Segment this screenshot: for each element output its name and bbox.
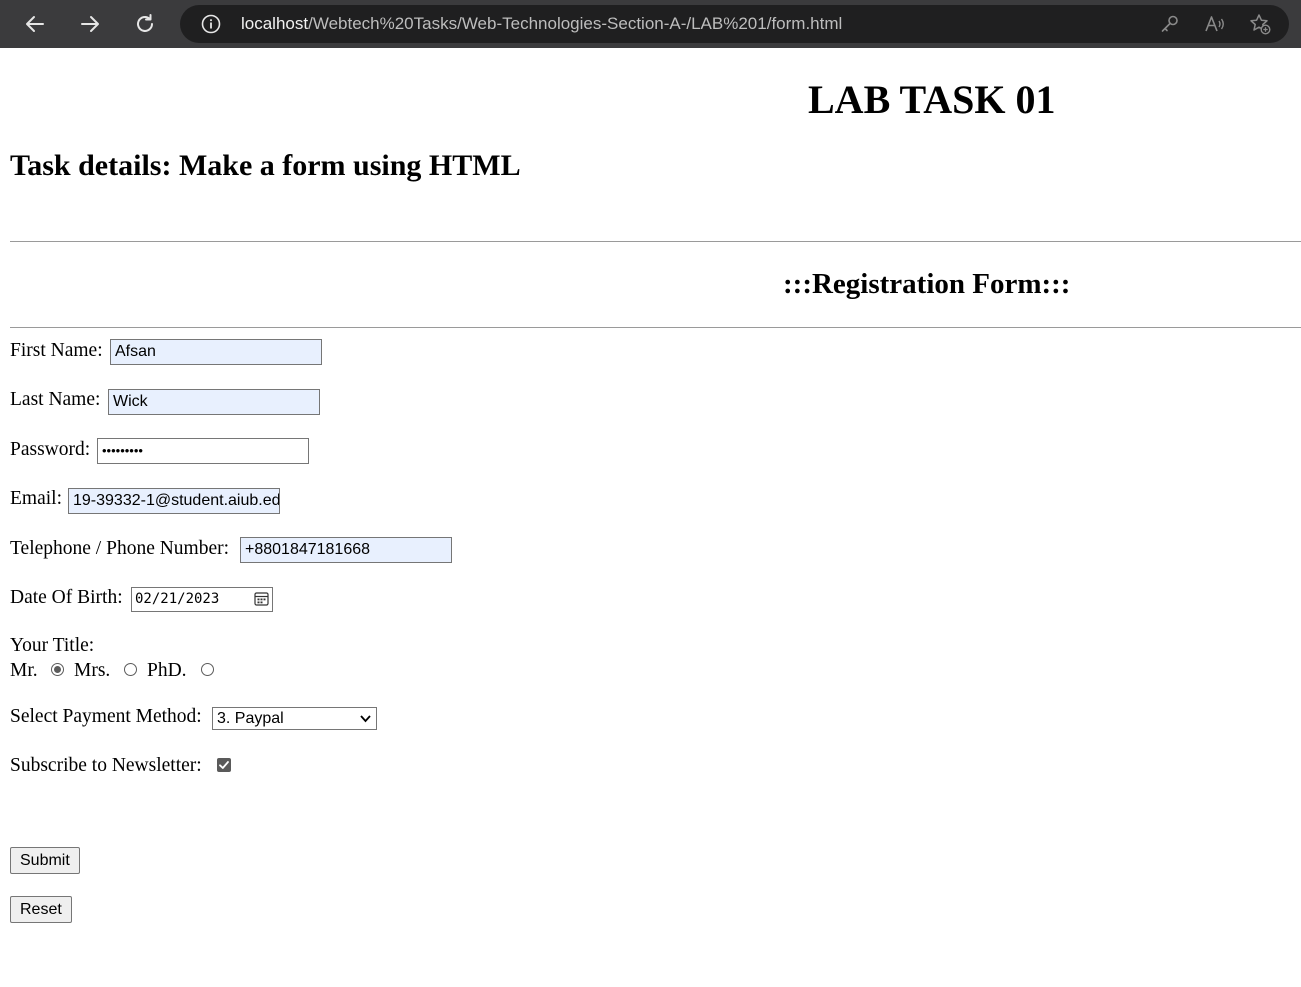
dob-value: 02/21/2023 (135, 591, 220, 607)
payment-selected-value: 3. Paypal (217, 710, 284, 727)
read-aloud-icon[interactable] (1204, 13, 1226, 35)
newsletter-label: Subscribe to Newsletter: (10, 755, 202, 776)
dob-label: Date Of Birth: (10, 587, 123, 608)
title-option-mrs-label: Mrs. (74, 660, 111, 681)
refresh-button[interactable] (129, 8, 161, 40)
email-input[interactable]: 19-39332-1@student.aiub.edu (68, 488, 280, 514)
password-input[interactable]: ••••••••• (97, 438, 309, 464)
form-heading: :::Registration Form::: (783, 268, 1071, 300)
last-name-label: Last Name: (10, 389, 101, 410)
first-name-input[interactable]: Afsan (110, 339, 322, 365)
submit-button[interactable]: Submit (10, 847, 80, 874)
title-radio-phd[interactable] (201, 663, 214, 676)
back-button[interactable] (19, 8, 51, 40)
favorites-add-icon[interactable] (1249, 13, 1271, 35)
info-icon[interactable] (201, 14, 221, 34)
payment-label: Select Payment Method: (10, 706, 202, 727)
newsletter-checkbox[interactable] (217, 758, 231, 772)
last-name-input[interactable]: Wick (108, 389, 320, 415)
title-option-phd-label: PhD. (147, 660, 187, 681)
url-host: localhost (241, 14, 309, 33)
title-radio-mr[interactable] (51, 663, 64, 676)
task-details-heading: Task details: Make a form using HTML (10, 149, 521, 182)
first-name-label: First Name: (10, 340, 103, 361)
divider (10, 327, 1301, 328)
arrow-left-icon (26, 16, 44, 32)
title-label: Your Title: (10, 635, 95, 656)
page-title: LAB TASK 01 (808, 77, 1056, 122)
title-radio-mrs[interactable] (124, 663, 137, 676)
forward-button[interactable] (74, 8, 106, 40)
checkmark-icon (219, 761, 229, 769)
chevron-down-icon (360, 715, 371, 723)
payment-select[interactable]: 3. Paypal (212, 707, 377, 730)
calendar-icon[interactable] (254, 591, 269, 606)
refresh-icon (137, 14, 153, 32)
browser-toolbar: localhost/Webtech%20Tasks/Web-Technologi… (0, 0, 1301, 48)
divider (10, 241, 1301, 242)
password-label: Password: (10, 439, 91, 460)
phone-label: Telephone / Phone Number: (10, 538, 230, 559)
email-label: Email: (10, 488, 62, 509)
phone-input[interactable]: +8801847181668 (240, 537, 452, 563)
title-option-mr-label: Mr. (10, 660, 38, 681)
address-bar[interactable]: localhost/Webtech%20Tasks/Web-Technologi… (180, 5, 1289, 43)
arrow-right-icon (81, 16, 99, 32)
reset-button[interactable]: Reset (10, 896, 72, 923)
dob-input[interactable]: 02/21/2023 (131, 587, 273, 612)
url-path: /Webtech%20Tasks/Web-Technologies-Sectio… (308, 14, 843, 33)
key-icon[interactable] (1159, 13, 1181, 35)
url-text[interactable]: localhost/Webtech%20Tasks/Web-Technologi… (241, 14, 842, 34)
